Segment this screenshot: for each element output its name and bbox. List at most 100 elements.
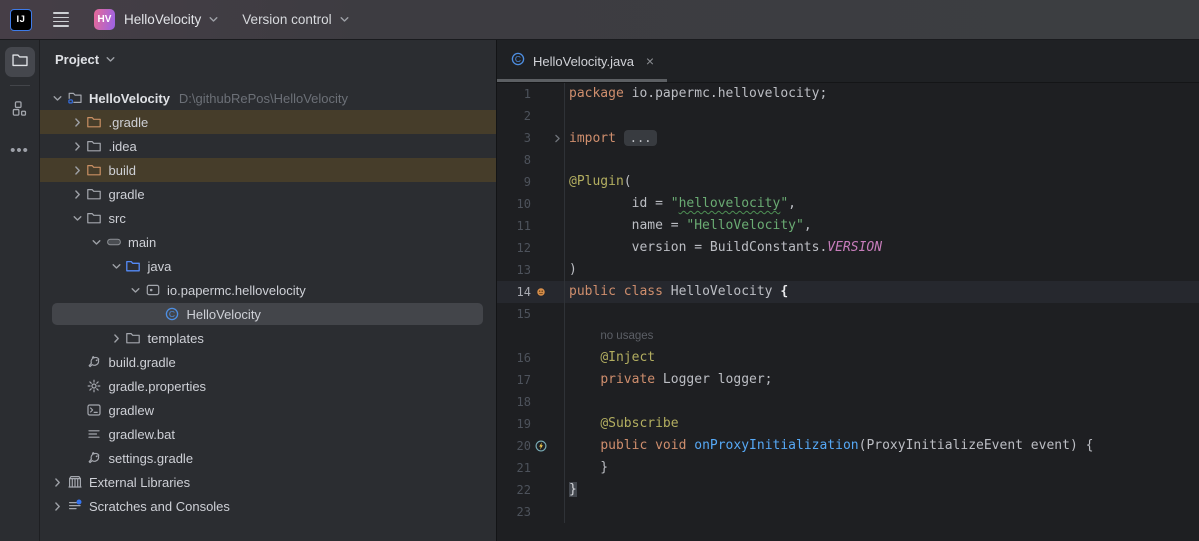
project-switcher-label[interactable]: HelloVelocity — [124, 12, 201, 27]
code-line[interactable]: 3import ... — [497, 127, 1199, 149]
tree-row-io-papermc-hellovelocity[interactable]: io.papermc.hellovelocity — [40, 278, 496, 302]
tree-row-build[interactable]: build — [40, 158, 496, 182]
chevron-down-icon[interactable] — [207, 13, 220, 26]
plain-text — [569, 416, 600, 431]
tree-row-settings-gradle[interactable]: settings.gradle — [40, 446, 496, 470]
chevron-down-icon[interactable] — [127, 282, 144, 298]
tab-close-icon[interactable]: × — [644, 53, 656, 69]
tree-row-gradle-properties[interactable]: gradle.properties — [40, 374, 496, 398]
line-number[interactable]: 11 — [497, 215, 531, 237]
tree-row-main[interactable]: main — [40, 230, 496, 254]
event-listener-gutter-icon[interactable] — [531, 435, 551, 457]
inlay-line[interactable]: no usages — [497, 325, 1199, 347]
tree-row-scratches-and-consoles[interactable]: Scratches and Consoles — [40, 494, 496, 518]
chevron-right-icon[interactable] — [69, 162, 86, 178]
code-line[interactable]: 17 private Logger logger; — [497, 369, 1199, 391]
code-line[interactable]: 2 — [497, 105, 1199, 127]
line-number[interactable]: 9 — [497, 171, 531, 193]
line-number[interactable]: 23 — [497, 501, 531, 523]
tree-row-build-gradle[interactable]: build.gradle — [40, 350, 496, 374]
line-number[interactable]: 1 — [497, 83, 531, 105]
tree-row-gradlew[interactable]: gradlew — [40, 398, 496, 422]
tree-row-java[interactable]: java — [40, 254, 496, 278]
tree-row-gradlew-bat[interactable]: gradlew.bat — [40, 422, 496, 446]
code-text: private Logger logger; — [565, 369, 773, 391]
code-line[interactable]: 16 @Inject — [497, 347, 1199, 369]
code-editor[interactable]: 1package io.papermc.hellovelocity;23impo… — [497, 83, 1199, 541]
project-tool-button[interactable] — [5, 47, 35, 77]
line-number[interactable]: 22 — [497, 479, 531, 501]
line-number[interactable]: 20 — [497, 435, 531, 457]
chevron-right-icon[interactable] — [49, 474, 66, 490]
tab-hellovelocity-java[interactable]: C HelloVelocity.java × — [497, 40, 667, 82]
fold-spacer — [551, 369, 565, 391]
brace: { — [780, 284, 788, 299]
fold-expand-icon[interactable] — [551, 127, 565, 149]
fold-spacer — [551, 171, 565, 193]
keyword: public — [600, 438, 647, 453]
code-line[interactable]: 23 — [497, 501, 1199, 523]
plugin-class-gutter-icon[interactable] — [531, 281, 551, 303]
code-text: id = "hellovelocity", — [565, 193, 796, 215]
tree-item-label: src — [109, 211, 126, 226]
line-number[interactable]: 12 — [497, 237, 531, 259]
code-line[interactable]: 10 id = "hellovelocity", — [497, 193, 1199, 215]
chevron-down-icon[interactable] — [338, 13, 351, 26]
code-line[interactable]: 21 } — [497, 457, 1199, 479]
gutter-spacer — [531, 127, 551, 149]
code-line[interactable]: 11 name = "HelloVelocity", — [497, 215, 1199, 237]
line-number[interactable]: 3 — [497, 127, 531, 149]
code-line[interactable]: 15 — [497, 303, 1199, 325]
code-line[interactable]: 8 — [497, 149, 1199, 171]
library-icon — [66, 474, 83, 490]
code-line[interactable]: 14public class HelloVelocity { — [497, 281, 1199, 303]
line-number[interactable]: 21 — [497, 457, 531, 479]
intellij-logo-icon[interactable]: IJ — [10, 9, 32, 31]
keyword: class — [624, 284, 663, 299]
project-panel-header[interactable]: Project — [40, 40, 496, 78]
chevron-down-icon[interactable] — [49, 90, 66, 106]
chevron-down-icon[interactable] — [108, 258, 125, 274]
chevron-down-icon[interactable] — [69, 210, 86, 226]
tree-row-external-libraries[interactable]: External Libraries — [40, 470, 496, 494]
line-number[interactable]: 13 — [497, 259, 531, 281]
code-line[interactable]: 12 version = BuildConstants.VERSION — [497, 237, 1199, 259]
tree-row-hellovelocity[interactable]: CHelloVelocity — [40, 302, 496, 326]
chevron-right-icon[interactable] — [69, 138, 86, 154]
project-badge[interactable]: HV — [94, 9, 115, 30]
line-number[interactable]: 2 — [497, 105, 531, 127]
tree-row-src[interactable]: src — [40, 206, 496, 230]
fold-spacer — [551, 435, 565, 457]
tree-row--gradle[interactable]: .gradle — [40, 110, 496, 134]
vcs-menu-label[interactable]: Version control — [242, 12, 331, 27]
modules-tool-button[interactable] — [5, 96, 35, 126]
tree-row-hellovelocity[interactable]: HelloVelocityD:\githubRePos\HelloVelocit… — [40, 86, 496, 110]
code-line[interactable]: 1package io.papermc.hellovelocity; — [497, 83, 1199, 105]
line-number[interactable]: 19 — [497, 413, 531, 435]
code-line[interactable]: 18 — [497, 391, 1199, 413]
chevron-down-icon[interactable] — [88, 234, 105, 250]
folder-icon — [11, 51, 29, 74]
more-tools-button[interactable]: ••• — [5, 136, 35, 166]
chevron-right-icon[interactable] — [69, 186, 86, 202]
code-line[interactable]: 13) — [497, 259, 1199, 281]
line-number[interactable]: 17 — [497, 369, 531, 391]
chevron-right-icon[interactable] — [49, 498, 66, 514]
line-number[interactable] — [497, 325, 531, 347]
line-number[interactable]: 10 — [497, 193, 531, 215]
tree-row--idea[interactable]: .idea — [40, 134, 496, 158]
line-number[interactable]: 18 — [497, 391, 531, 413]
line-number[interactable]: 15 — [497, 303, 531, 325]
tree-row-templates[interactable]: templates — [40, 326, 496, 350]
code-line[interactable]: 19 @Subscribe — [497, 413, 1199, 435]
main-menu-button[interactable] — [49, 8, 73, 30]
chevron-right-icon[interactable] — [108, 330, 125, 346]
tree-row-gradle[interactable]: gradle — [40, 182, 496, 206]
chevron-right-icon[interactable] — [69, 114, 86, 130]
code-line[interactable]: 22} — [497, 479, 1199, 501]
code-line[interactable]: 9@Plugin( — [497, 171, 1199, 193]
line-number[interactable]: 8 — [497, 149, 531, 171]
line-number[interactable]: 16 — [497, 347, 531, 369]
line-number[interactable]: 14 — [497, 281, 531, 303]
code-line[interactable]: 20 public void onProxyInitialization(Pro… — [497, 435, 1199, 457]
